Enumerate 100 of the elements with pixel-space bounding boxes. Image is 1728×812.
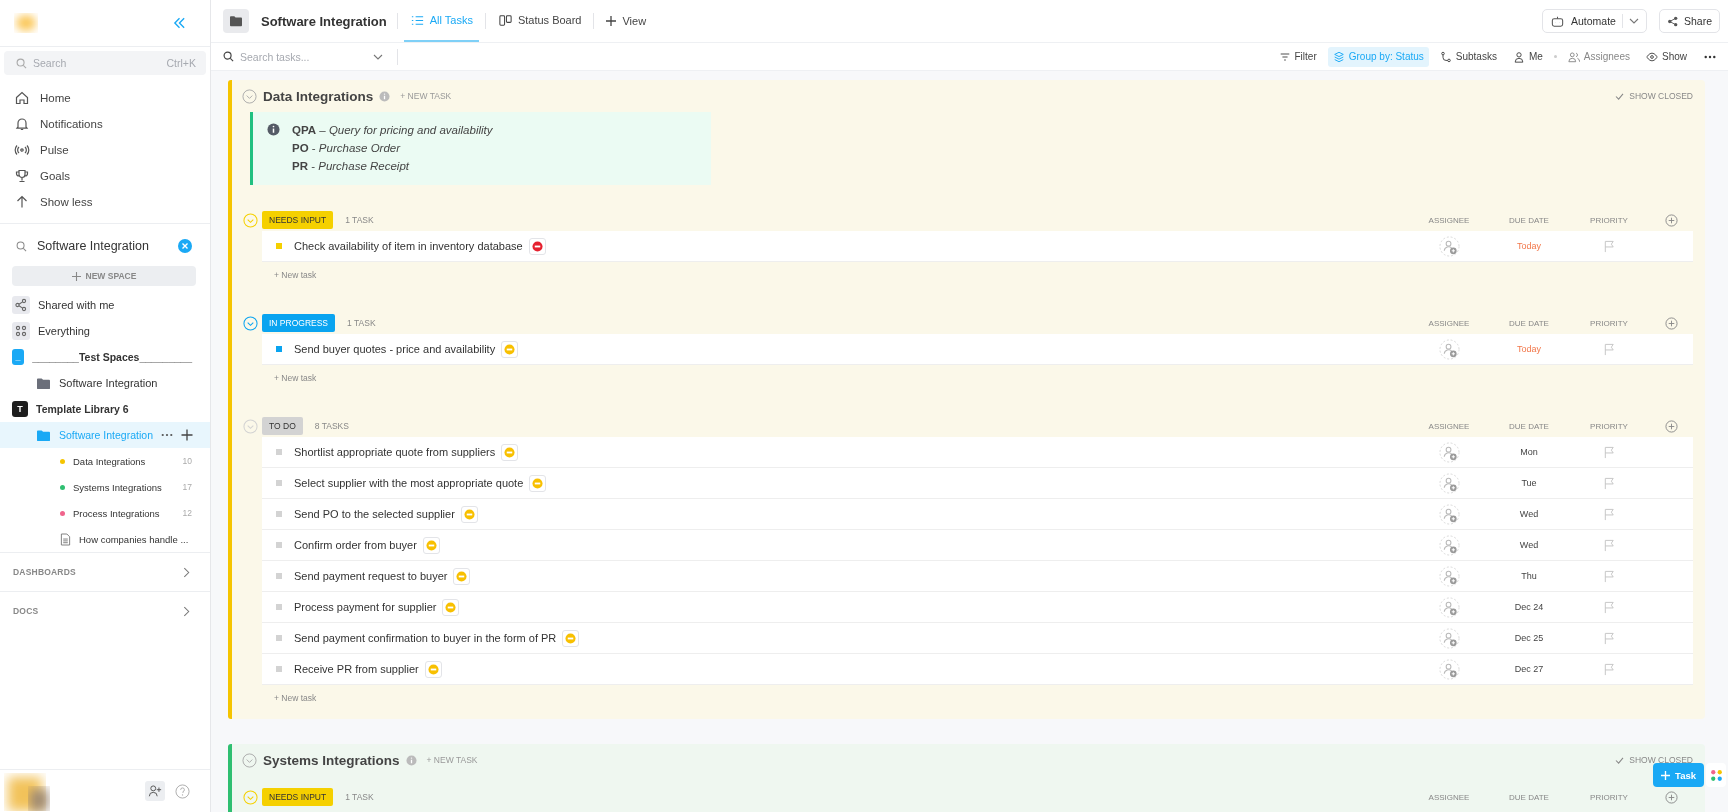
space-filter-field[interactable]: Software Integration (37, 239, 168, 253)
add-assignee-icon[interactable] (1438, 503, 1460, 525)
due-date[interactable]: Dec 25 (1514, 633, 1544, 643)
sidebar-item[interactable]: _ ________Test Spaces_________ (0, 344, 210, 370)
toolbar-button[interactable]: Me (1507, 46, 1548, 67)
flag-icon[interactable] (1602, 538, 1616, 552)
info-icon[interactable] (405, 754, 417, 766)
task-row[interactable]: Send buyer quotes - price and availability Today (262, 334, 1693, 365)
help-icon[interactable] (175, 783, 190, 799)
due-date[interactable]: Dec 27 (1514, 664, 1544, 674)
toolbar-button[interactable]: Filter (1273, 46, 1322, 67)
sidebar-item[interactable]: Systems Integrations 17 (0, 474, 210, 500)
sidebar-item[interactable]: Process Integrations 12 (0, 500, 210, 526)
nav-item[interactable]: Home (0, 85, 210, 111)
sidebar-item[interactable]: Everything (0, 318, 210, 344)
sidebar-item[interactable]: How companies handle ... (0, 526, 210, 552)
clear-icon[interactable] (178, 239, 192, 253)
list-title[interactable]: Data Integrations (263, 88, 374, 104)
apps-icon[interactable] (1706, 763, 1726, 787)
collapse-icon[interactable] (243, 212, 258, 228)
add-column-icon[interactable] (1664, 316, 1678, 330)
due-date[interactable]: Dec 24 (1514, 602, 1544, 612)
sidebar-item[interactable]: Data Integrations 10 (0, 448, 210, 474)
task-row[interactable]: Process payment for supplier Dec 24 (262, 592, 1693, 623)
add-assignee-icon[interactable] (1438, 338, 1460, 360)
flag-icon[interactable] (1602, 476, 1616, 490)
due-date[interactable]: Wed (1519, 509, 1539, 519)
task-row[interactable]: Check availability of item in inventory database Today (262, 231, 1693, 262)
add-column-icon[interactable] (1664, 213, 1678, 227)
toolbar-button[interactable]: Assignees (1562, 46, 1635, 67)
add-assignee-icon[interactable] (1438, 472, 1460, 494)
collapse-icon[interactable] (242, 752, 257, 768)
task-row[interactable]: Send payment request to buyer Thu (262, 561, 1693, 592)
more-icon[interactable] (1704, 54, 1716, 59)
flag-icon[interactable] (1602, 569, 1616, 583)
task-row[interactable]: Shortlist appropriate quote from suppliers Mon (262, 437, 1693, 468)
task-title[interactable]: Send payment confirmation to buyer in the form of PR (294, 632, 557, 644)
collapse-sidebar-icon[interactable] (173, 17, 186, 29)
nav-item[interactable]: Goals (0, 163, 210, 189)
share-button[interactable]: Share (1658, 9, 1720, 33)
add-assignee-icon[interactable] (1438, 441, 1460, 463)
list-title[interactable]: Systems Integrations (263, 752, 400, 768)
task-row[interactable]: Receive PR from supplier Dec 27 (262, 654, 1693, 685)
automate-button[interactable]: Automate (1542, 9, 1647, 33)
due-date[interactable]: Thu (1521, 571, 1537, 581)
more-icon[interactable] (161, 433, 173, 437)
add-column-icon[interactable] (1664, 790, 1678, 804)
nav-item[interactable]: Notifications (0, 111, 210, 137)
status-tag-icon[interactable] (528, 237, 546, 255)
task-row[interactable]: Send PO to the selected supplier Wed (262, 499, 1693, 530)
collapse-icon[interactable] (242, 88, 257, 104)
new-task-link[interactable]: + New task (274, 270, 317, 280)
flag-icon[interactable] (1602, 662, 1616, 676)
flag-icon[interactable] (1602, 239, 1616, 253)
sidebar-section[interactable]: DASHBOARDS (0, 552, 210, 591)
flag-icon[interactable] (1602, 342, 1616, 356)
add-assignee-icon[interactable] (1438, 658, 1460, 680)
task-row[interactable]: Select supplier with the most appropriate quote Tue (262, 468, 1693, 499)
sidebar-item[interactable]: Shared with me (0, 292, 210, 318)
collapse-icon[interactable] (243, 315, 258, 331)
due-date[interactable]: Mon (1520, 447, 1538, 457)
add-assignee-icon[interactable] (1438, 627, 1460, 649)
task-title[interactable]: Check availability of item in inventory database (294, 240, 523, 252)
task-title[interactable]: Select supplier with the most appropriate quote (294, 477, 524, 489)
task-row[interactable]: Confirm order from buyer Wed (262, 530, 1693, 561)
plus-icon[interactable] (181, 429, 193, 441)
toolbar-button[interactable]: Subtasks (1434, 46, 1502, 67)
view-tab[interactable]: Status Board (491, 0, 588, 42)
task-title[interactable]: Send payment request to buyer (294, 570, 448, 582)
task-title[interactable]: Shortlist appropriate quote from suppliers (294, 446, 496, 458)
due-date[interactable]: Wed (1519, 540, 1539, 550)
collapse-icon[interactable] (243, 418, 258, 434)
flag-icon[interactable] (1602, 445, 1616, 459)
collapse-icon[interactable] (243, 789, 258, 805)
task-title[interactable]: Receive PR from supplier (294, 663, 419, 675)
show-closed-button[interactable]: SHOW CLOSED (1615, 91, 1693, 101)
task-row[interactable]: Send payment confirmation to buyer in the form of PR Dec 25 (262, 623, 1693, 654)
task-title[interactable]: Send PO to the selected supplier (294, 508, 455, 520)
flag-icon[interactable] (1602, 631, 1616, 645)
add-assignee-icon[interactable] (1438, 596, 1460, 618)
sidebar-item[interactable]: T Template Library 6 (0, 396, 210, 422)
add-assignee-icon[interactable] (1438, 534, 1460, 556)
due-date[interactable]: Tue (1521, 478, 1537, 488)
task-title[interactable]: Send buyer quotes - price and availability (294, 343, 496, 355)
add-assignee-icon[interactable] (1438, 235, 1460, 257)
toolbar-button[interactable]: Show (1641, 46, 1692, 67)
new-task-link[interactable]: + New task (274, 373, 317, 383)
add-view-button[interactable]: View (600, 15, 653, 27)
nav-item[interactable]: Show less (0, 189, 210, 215)
sidebar-section[interactable]: DOCS (0, 591, 210, 630)
task-title[interactable]: Confirm order from buyer (294, 539, 417, 551)
add-column-icon[interactable] (1664, 419, 1678, 433)
invite-icon[interactable] (145, 781, 165, 801)
flag-icon[interactable] (1602, 600, 1616, 614)
task-title[interactable]: Process payment for supplier (294, 601, 437, 613)
info-icon[interactable] (379, 90, 391, 102)
add-assignee-icon[interactable] (1438, 565, 1460, 587)
sidebar-item[interactable]: Software Integration (0, 370, 210, 396)
nav-item[interactable]: Pulse (0, 137, 210, 163)
flag-icon[interactable] (1602, 507, 1616, 521)
